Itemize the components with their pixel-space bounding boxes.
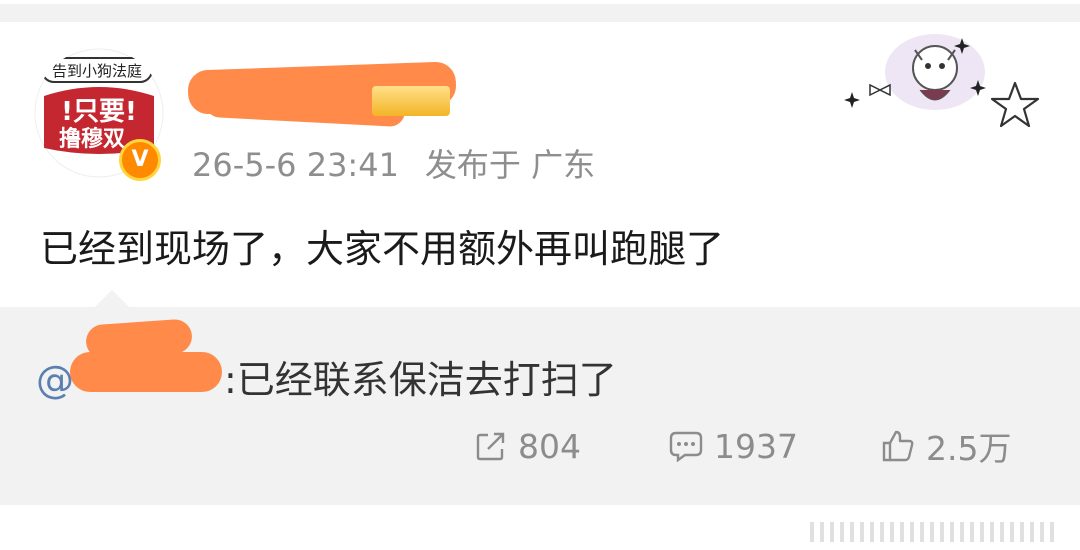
repost-icon (476, 432, 505, 461)
comment-count: 1937 (714, 426, 798, 466)
repost-button[interactable]: 804 (474, 424, 581, 468)
like-button[interactable]: 2.5万 (880, 424, 1011, 468)
post-text: 已经到现场了，大家不用额外再叫跑腿了 (40, 227, 725, 271)
repost-mention[interactable]: @ (36, 358, 74, 402)
sticker-decoration-icon (844, 34, 986, 110)
like-icon (882, 430, 914, 462)
avatar-sub-text: 撸穆双 (59, 126, 125, 152)
comment-icon (669, 431, 703, 463)
top-strip (0, 0, 1080, 4)
like-count: 2.5万 (926, 429, 1012, 468)
avatar-main-text: !只要! (61, 97, 137, 127)
user-level-badge (372, 86, 450, 116)
avatar-top-text: 告到小狗法庭 (52, 62, 142, 80)
sparkle-icon (844, 92, 860, 108)
favorite-star-icon[interactable] (990, 80, 1040, 130)
verified-badge-icon: V (119, 139, 161, 181)
post-timestamp: 26-5-6 23:41 (192, 146, 399, 184)
repost-count: 804 (518, 426, 581, 466)
comment-button[interactable]: 1937 (668, 424, 798, 468)
repost-text: :已经联系保洁去打扫了 (224, 358, 617, 402)
post-location: 发布于 广东 (424, 146, 596, 184)
post-meta: 26-5-6 23:41 发布于 广东 (192, 140, 621, 186)
bow-icon (869, 83, 891, 97)
repost-user-redaction-2 (70, 352, 222, 392)
watermark (810, 522, 1060, 542)
repost-caret (94, 290, 130, 308)
